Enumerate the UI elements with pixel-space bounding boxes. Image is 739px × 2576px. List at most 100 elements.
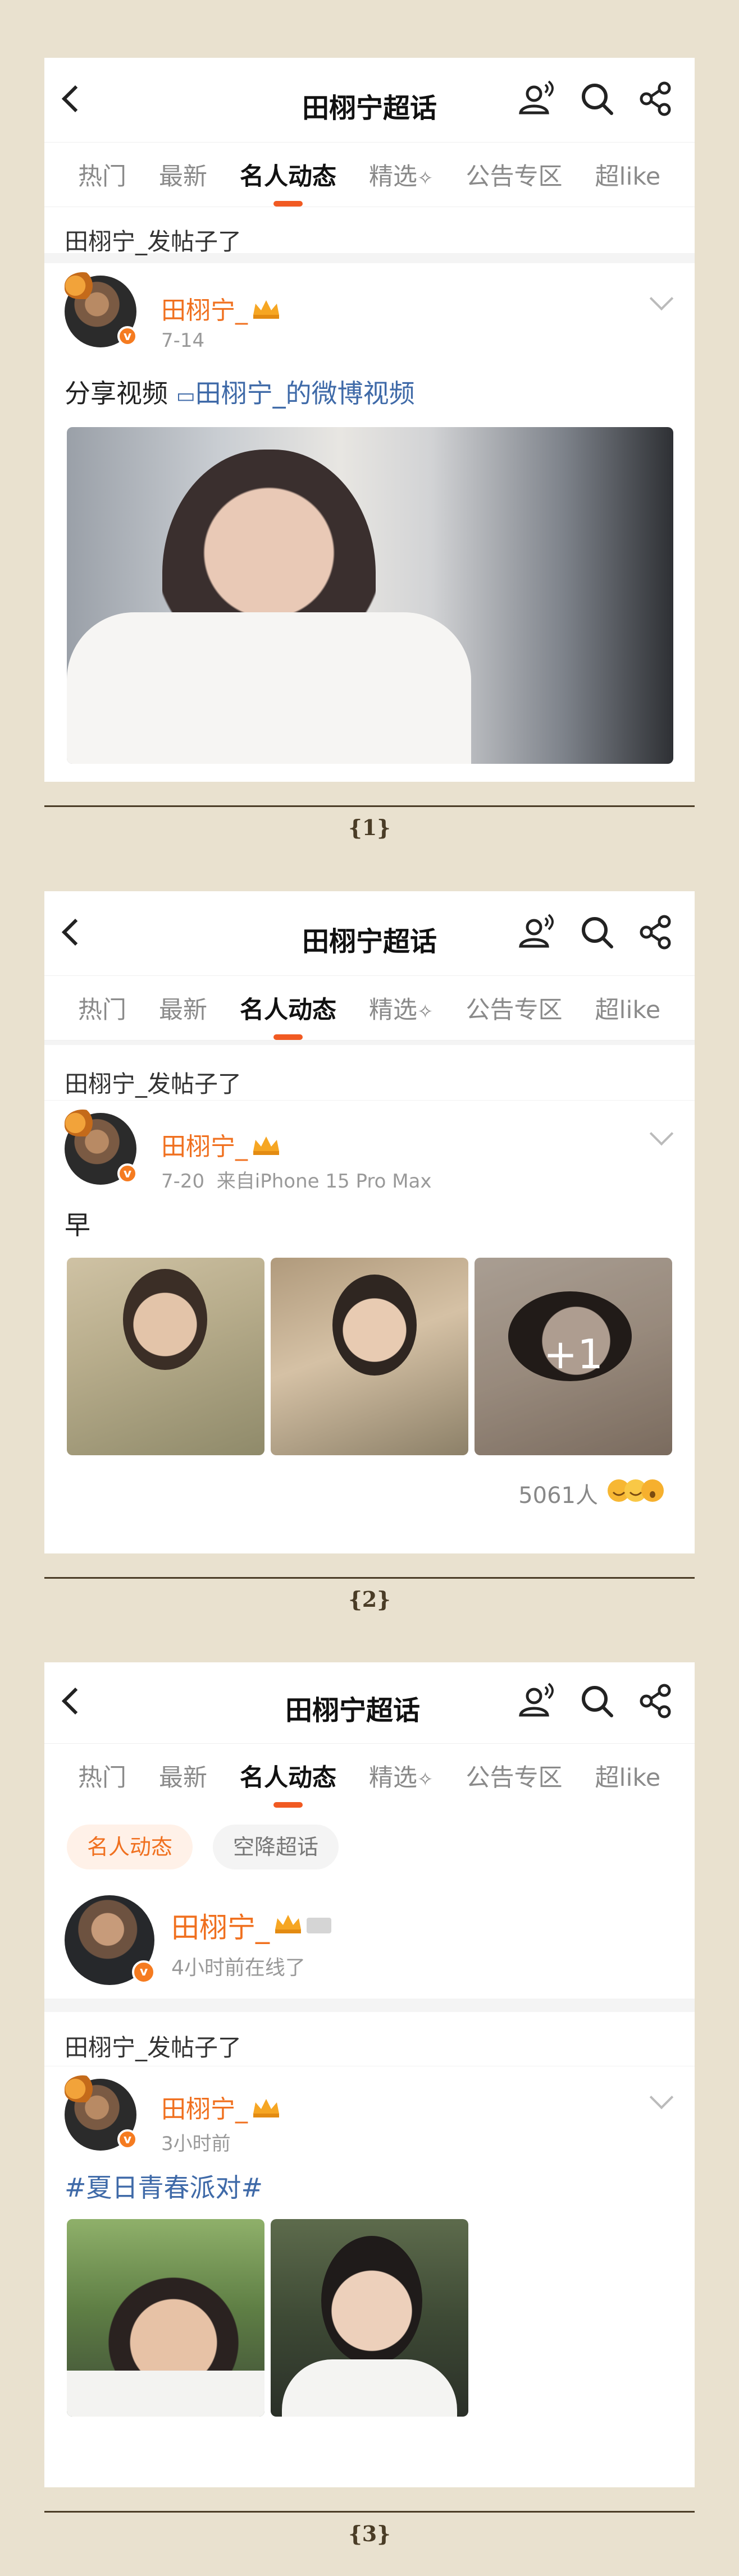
video-link[interactable]: ▭田栩宁_的微博视频 (176, 378, 415, 409)
screen-caption: {1} (348, 815, 391, 840)
white-shirt (67, 612, 471, 764)
avatar[interactable]: v (65, 2075, 138, 2151)
search-icon[interactable] (579, 1683, 615, 1719)
post-time: 7-14 (161, 329, 205, 352)
filter-row: 名人动态 空降超话 (44, 1808, 695, 1886)
more-images-count: +1 (543, 1331, 604, 1378)
tab-featured[interactable]: 精选✧ (369, 991, 434, 1025)
avatar[interactable]: v (65, 1110, 138, 1185)
video-thumbnail[interactable] (67, 427, 673, 764)
person-figure (321, 2236, 422, 2365)
tab-bar: 热门 最新 名人动态 精选✧ 公告专区 超like (44, 143, 695, 207)
profile-wave-icon[interactable] (516, 1683, 555, 1720)
crown-icon (251, 298, 281, 327)
search-icon[interactable] (579, 81, 615, 117)
profile-wave-icon[interactable] (516, 914, 555, 951)
verified-badge-icon: v (117, 1163, 138, 1184)
post-image[interactable] (67, 1258, 264, 1455)
tab-announcements[interactable]: 公告专区 (466, 157, 563, 192)
post-text: 早 (65, 1210, 90, 1240)
person-figure (332, 1275, 417, 1376)
filter-celebrity[interactable]: 名人动态 (67, 1825, 193, 1869)
profile-name[interactable]: 田栩宁_ (171, 1905, 331, 1946)
post-source: 来自iPhone 15 Pro Max (216, 1170, 432, 1193)
separator-line (44, 2511, 695, 2513)
chevron-down-icon[interactable] (649, 2085, 674, 2110)
like-count: 5061人 (518, 1483, 598, 1509)
emoji-reactions-icon (605, 1477, 672, 1510)
post-image[interactable] (271, 1258, 468, 1455)
post-card[interactable]: v 田栩宁_ 7-14 分享视频 ▭田栩宁_的微博视频 (44, 263, 695, 764)
tab-latest[interactable]: 最新 (159, 991, 207, 1025)
verified-badge-icon: v (132, 1960, 156, 1984)
post-image[interactable] (271, 2219, 468, 2417)
tab-latest[interactable]: 最新 (159, 1758, 207, 1793)
sparkle-icon: ✧ (417, 1001, 434, 1023)
section-title: 田栩宁_发帖子了 (65, 2034, 242, 2061)
post-time: 3小时前 (161, 2133, 231, 2155)
verified-badge-icon: v (117, 2129, 138, 2149)
crown-icon (251, 1134, 281, 1163)
tab-hot[interactable]: 热门 (78, 1758, 126, 1793)
author-name[interactable]: 田栩宁_ (161, 2089, 281, 2125)
verified-badge-icon: v (117, 326, 138, 346)
screen-2: 田栩宁超话 热门 最新 名人动态 精选✧ 公告专区 超like 田栩宁_发帖子了… (44, 891, 695, 1553)
chevron-down-icon[interactable] (649, 1121, 674, 1146)
tab-announcements[interactable]: 公告专区 (466, 1758, 563, 1793)
person-figure (123, 1269, 207, 1370)
share-icon[interactable] (638, 915, 673, 950)
share-icon[interactable] (638, 1684, 673, 1718)
author-name[interactable]: 田栩宁_ (161, 1126, 281, 1163)
separator-line (44, 805, 695, 807)
screen-caption: {3} (348, 2521, 391, 2546)
crown-icon (273, 1909, 303, 1942)
tab-hot[interactable]: 热门 (78, 991, 126, 1025)
post-card[interactable]: v 田栩宁_ 7-20 来自iPhone 15 Pro Max 早 +1 506… (44, 1100, 695, 1550)
top-bar: 田栩宁超话 (44, 891, 695, 976)
post-meta: 7-20 来自iPhone 15 Pro Max (161, 1170, 432, 1193)
separator-line (44, 1577, 695, 1579)
online-status: 4小时前在线了 (171, 1956, 305, 1979)
top-bar: 田栩宁超话 (44, 1662, 695, 1744)
post-image[interactable] (67, 2219, 264, 2417)
top-bar: 田栩宁超话 (44, 58, 695, 143)
post-text: 分享视频 ▭田栩宁_的微博视频 (65, 378, 415, 409)
tab-celebrity[interactable]: 名人动态 (240, 157, 336, 207)
like-row[interactable]: 5061人 (518, 1477, 672, 1510)
author-name[interactable]: 田栩宁_ (161, 290, 281, 327)
post-image[interactable]: +1 (475, 1258, 672, 1455)
avatar[interactable]: v (65, 272, 138, 347)
filter-airdrop[interactable]: 空降超话 (213, 1825, 339, 1869)
profile-row[interactable]: v 田栩宁_ 4小时前在线了 (44, 1886, 695, 1999)
post-card[interactable]: v 田栩宁_ 3小时前 #夏日青春派对# (44, 2066, 695, 2426)
sparkle-icon: ✧ (417, 167, 434, 190)
white-shirt (67, 2371, 264, 2417)
crown-icon (251, 2097, 281, 2125)
profile-avatar[interactable]: v (65, 1895, 156, 1985)
tab-hot[interactable]: 热门 (78, 157, 126, 192)
profile-wave-icon[interactable] (516, 80, 555, 117)
hashtag-link[interactable]: #夏日青春派对# (65, 2167, 263, 2204)
tab-bar: 热门 最新 名人动态 精选✧ 公告专区 超like (44, 1744, 695, 1808)
screen-3: 田栩宁超话 热门 最新 名人动态 精选✧ 公告专区 超like 名人动态 空降超… (44, 1662, 695, 2487)
tab-featured[interactable]: 精选✧ (369, 157, 434, 192)
section-title: 田栩宁_发帖子了 (65, 228, 242, 255)
tab-latest[interactable]: 最新 (159, 157, 207, 192)
tab-superlike[interactable]: 超like (595, 1758, 661, 1793)
tab-superlike[interactable]: 超like (595, 157, 661, 192)
tab-celebrity[interactable]: 名人动态 (240, 1758, 336, 1808)
divider (44, 1999, 695, 2012)
tab-featured[interactable]: 精选✧ (369, 1758, 434, 1793)
tab-celebrity[interactable]: 名人动态 (240, 991, 336, 1040)
tab-superlike[interactable]: 超like (595, 991, 661, 1025)
divider (44, 1041, 695, 1045)
section-title: 田栩宁_发帖子了 (65, 1070, 242, 1098)
tab-announcements[interactable]: 公告专区 (466, 991, 563, 1025)
screen-caption: {2} (348, 1587, 391, 1612)
chevron-down-icon[interactable] (649, 286, 674, 311)
search-icon[interactable] (579, 914, 615, 950)
share-icon[interactable] (638, 81, 673, 116)
white-shirt (282, 2359, 457, 2417)
level-tag-icon (307, 1918, 331, 1933)
screen-1: 田栩宁超话 热门 最新 名人动态 精选✧ 公告专区 超like 田栩宁_发帖子了… (44, 58, 695, 782)
